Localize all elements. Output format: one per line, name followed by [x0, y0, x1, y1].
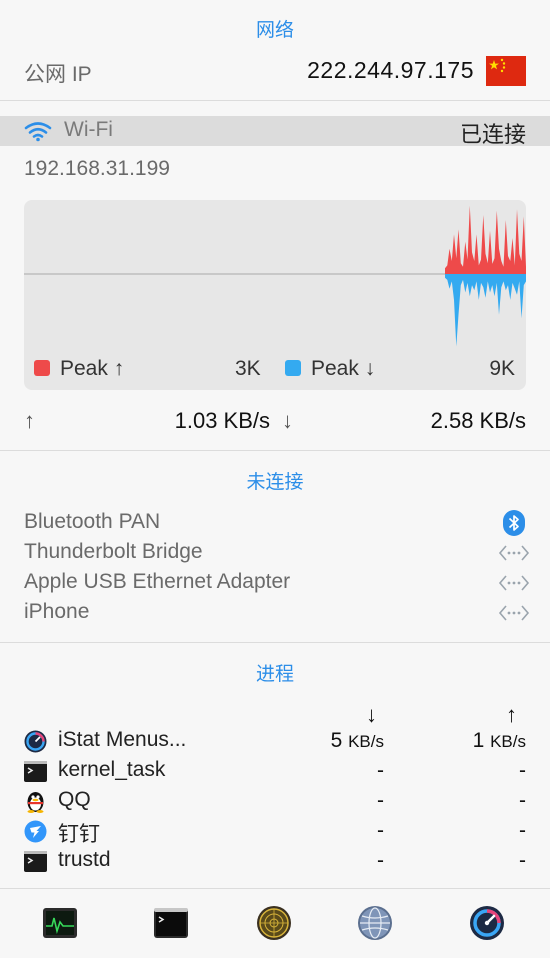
process-up-rate: - — [519, 819, 526, 842]
terminal-icon — [24, 850, 47, 873]
process-name: iStat Menus... — [58, 728, 187, 751]
radar-icon[interactable] — [255, 904, 293, 942]
process-up-rate: - — [519, 789, 526, 812]
divider — [0, 888, 550, 889]
process-down-rate: - — [377, 789, 384, 812]
wifi-label: Wi-Fi — [64, 118, 113, 141]
process-row: QQ - - — [24, 786, 526, 816]
istat-menus-icon — [24, 730, 47, 753]
process-down-rate: - — [377, 759, 384, 782]
download-series-area — [445, 274, 526, 347]
process-up-rate: 1 KB/s — [472, 729, 526, 752]
process-row: trustd - - — [24, 846, 526, 876]
network-utility-icon[interactable] — [356, 904, 394, 942]
upload-arrow-icon: ↑ — [24, 408, 35, 433]
interface-bluetooth-pan: Bluetooth PAN — [24, 510, 161, 533]
process-up-header: ↑ — [506, 702, 517, 727]
upload-rate: 1.03 KB/s — [174, 408, 270, 433]
process-down-rate: - — [377, 819, 384, 842]
network-dots-icon — [498, 573, 530, 593]
interface-thunderbolt-bridge: Thunderbolt Bridge — [24, 540, 203, 563]
divider — [0, 100, 550, 101]
activity-monitor-icon[interactable] — [41, 904, 79, 942]
interface-iphone: iPhone — [24, 600, 90, 623]
qq-penguin-icon — [24, 790, 47, 813]
legend-value-download: 9K — [489, 357, 515, 380]
process-name: kernel_task — [58, 758, 166, 781]
disconnected-section-title: 未连接 — [246, 472, 304, 493]
network-section-title: 网络 — [255, 20, 294, 41]
process-name: QQ — [58, 788, 91, 811]
download-arrow-icon: ↓ — [282, 408, 293, 433]
network-dots-icon — [498, 603, 530, 623]
process-name: 钉钉 — [58, 823, 100, 846]
legend-swatch-upload — [34, 360, 50, 376]
process-row: kernel_task - - — [24, 756, 526, 786]
istat-menus-app-icon[interactable] — [468, 904, 506, 942]
legend-value-upload: 3K — [235, 357, 261, 380]
wifi-icon — [24, 120, 52, 142]
terminal-app-icon[interactable] — [152, 904, 190, 942]
process-up-rate: - — [519, 759, 526, 782]
process-up-rate: - — [519, 849, 526, 872]
process-down-rate: 5 KB/s — [330, 729, 384, 752]
dingtalk-icon — [24, 820, 47, 843]
legend-swatch-download — [285, 360, 301, 376]
network-activity-chart: Peak ↑ 3K Peak ↓ 9K — [24, 200, 526, 390]
process-down-header: ↓ — [366, 702, 377, 727]
process-row: iStat Menus... 5 KB/s 1 KB/s — [24, 726, 526, 756]
public-ip-value: 222.244.97.175 — [307, 57, 474, 83]
legend-label-download: Peak ↓ — [311, 357, 376, 380]
network-dots-icon — [498, 543, 530, 563]
legend-label-upload: Peak ↑ — [60, 357, 125, 380]
local-ip: 192.168.31.199 — [24, 157, 170, 180]
process-section-title: 进程 — [255, 664, 294, 685]
divider — [0, 642, 550, 643]
process-name: trustd — [58, 848, 111, 871]
bluetooth-icon — [503, 510, 525, 536]
public-ip-label: 公网 IP — [24, 63, 92, 86]
process-down-rate: - — [377, 849, 384, 872]
china-flag-icon — [486, 56, 526, 86]
upload-series-area — [445, 205, 526, 274]
terminal-icon — [24, 760, 47, 783]
download-rate: 2.58 KB/s — [430, 408, 526, 433]
wifi-header-bar: Wi-Fi 已连接 — [0, 116, 550, 147]
wifi-status: 已连接 — [459, 122, 526, 147]
interface-usb-ethernet: Apple USB Ethernet Adapter — [24, 570, 291, 593]
divider — [0, 450, 550, 451]
process-row: 钉钉 - - — [24, 816, 526, 846]
